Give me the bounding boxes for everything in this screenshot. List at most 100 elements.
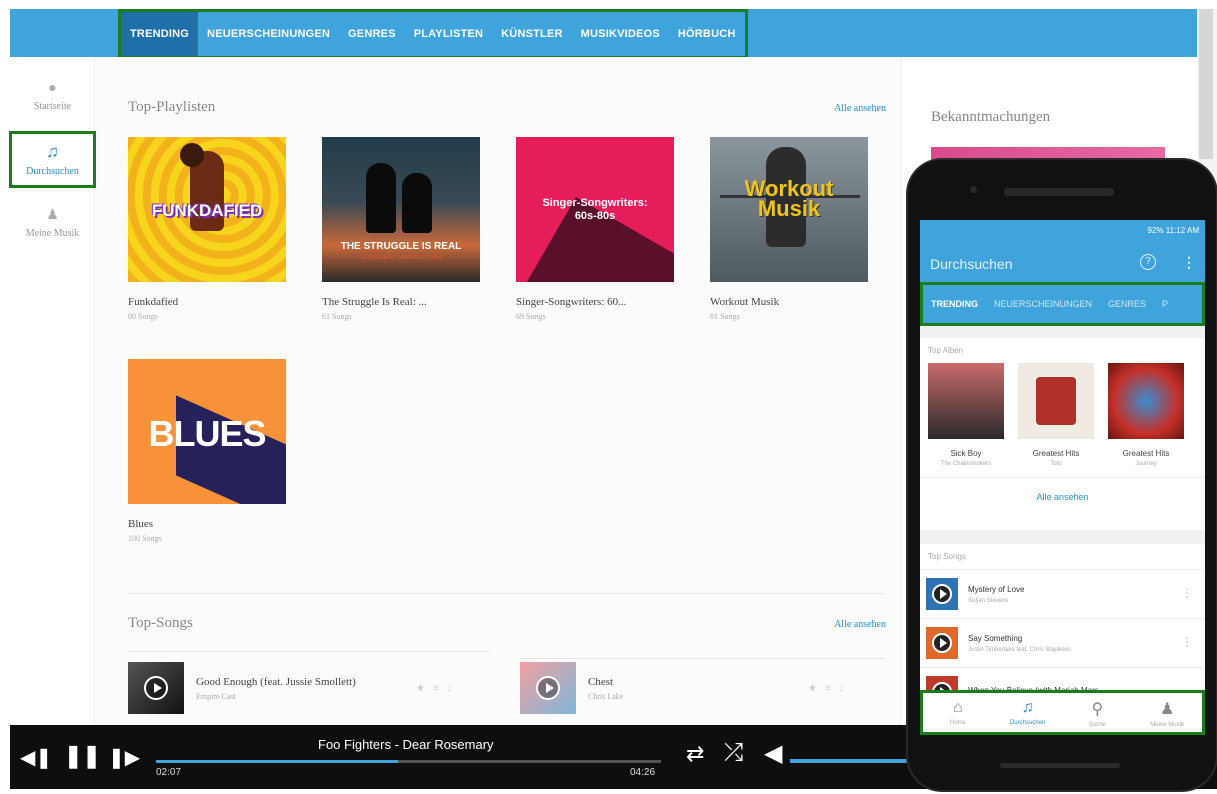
add-to-playlist-icon[interactable]: ≡ xyxy=(825,683,831,694)
more-vert-icon[interactable]: ⋮ xyxy=(1182,254,1196,271)
help-icon[interactable]: ? xyxy=(1140,254,1156,270)
playlists-see-all-link[interactable]: Alle ansehen xyxy=(834,103,886,114)
cover-text: THE STRUGGLE IS REAL xyxy=(340,241,462,252)
playlist-card-workout[interactable]: Workout Musik Workout Musik 81 Songs xyxy=(710,137,868,321)
top-songs-title: Top Songs xyxy=(928,552,966,561)
next-track-icon[interactable]: ❚▶ xyxy=(108,745,140,770)
mobile-nav-suche[interactable]: ⚲ Suche xyxy=(1063,693,1133,732)
sidebar-item-label: Durchsuchen xyxy=(26,166,79,177)
mobile-bottom-nav: ⌂ Home ♫ Durchsuchen ⚲ Suche ♟ Meine Mus… xyxy=(920,690,1205,735)
mobile-tab-genres[interactable]: GENRES xyxy=(1100,299,1154,309)
search-icon: ⚲ xyxy=(1091,701,1104,718)
mobile-song-row[interactable]: Say Something Justin Timberlake feat. Ch… xyxy=(920,618,1205,667)
nav-label: Home xyxy=(949,720,966,726)
playlist-title: Workout Musik xyxy=(710,296,780,308)
tab-musikvideos[interactable]: MUSIKVIDEOS xyxy=(572,12,669,56)
mobile-tab-more[interactable]: P xyxy=(1154,299,1176,309)
download-icon[interactable]: ↓ xyxy=(839,683,844,694)
tab-kuenstler[interactable]: KÜNSTLER xyxy=(492,12,572,56)
volume-icon[interactable]: ◀ xyxy=(764,739,782,768)
songs-title: Top-Songs xyxy=(128,615,193,631)
sidebar-item-durchsuchen[interactable]: ♫ Durchsuchen xyxy=(9,131,96,188)
playlist-title: Singer-Songwriters: 60... xyxy=(516,296,627,308)
album-card[interactable]: Greatest Hits Journey xyxy=(1108,363,1184,467)
play-icon[interactable] xyxy=(932,633,952,653)
add-to-playlist-icon[interactable]: ≡ xyxy=(433,683,439,694)
playlist-title: Blues xyxy=(128,518,154,530)
album-card[interactable]: Greatest Hits Toto xyxy=(1018,363,1094,467)
album-card[interactable]: Sick Boy The Chainsmokers xyxy=(928,363,1004,467)
sidebar-item-meine-musik[interactable]: ♟ Meine Musik xyxy=(10,207,95,239)
tab-trending[interactable]: TRENDING xyxy=(121,12,199,56)
nav-label: Meine Musik xyxy=(1150,722,1184,728)
mobile-category-tabs: TRENDING NEUERSCHEINUNGEN GENRES P xyxy=(920,282,1205,326)
tab-neuerscheinungen[interactable]: NEUERSCHEINUNGEN xyxy=(198,12,339,56)
tab-hoerbuch[interactable]: HÖRBUCH xyxy=(669,12,745,56)
status-bar: 92% 11:12 AM xyxy=(920,220,1205,240)
playlist-card-singer-songwriters[interactable]: Singer-Songwriters: 60s-80s Singer-Songw… xyxy=(516,137,674,321)
phone-screen: 92% 11:12 AM Durchsuchen ? ⋮ TRENDING NE… xyxy=(920,220,1205,735)
person-icon: ♟ xyxy=(46,208,59,223)
song-title: Say Something xyxy=(968,633,1023,643)
albums-see-all-link[interactable]: Alle ansehen xyxy=(920,477,1205,514)
play-icon[interactable] xyxy=(932,584,952,604)
mobile-nav-durchsuchen[interactable]: ♫ Durchsuchen xyxy=(993,693,1063,732)
sidebar-item-startseite[interactable]: ● Startseite xyxy=(10,81,95,112)
music-note-icon: ♫ xyxy=(1021,699,1034,716)
play-icon[interactable] xyxy=(536,676,560,700)
cover-text: BLUES xyxy=(148,413,266,454)
mobile-tab-neuerscheinungen[interactable]: NEUERSCHEINUNGEN xyxy=(986,299,1100,309)
playlist-card-blues[interactable]: BLUES Blues 100 Songs xyxy=(128,359,286,543)
mobile-nav-meine-musik[interactable]: ♟ Meine Musik xyxy=(1132,693,1202,732)
play-icon[interactable] xyxy=(144,676,168,700)
songs-see-all-link[interactable]: Alle ansehen xyxy=(834,619,886,630)
album-artist: The Chainsmokers xyxy=(940,461,992,467)
more-vert-icon[interactable]: ⋮ xyxy=(1181,586,1193,600)
playlist-cover: FUNKDAFIED xyxy=(128,137,286,282)
home-icon: ● xyxy=(48,81,57,96)
playlist-song-count: 80 Songs xyxy=(128,312,158,321)
tab-playlisten[interactable]: PLAYLISTEN xyxy=(405,12,492,56)
album-artist: Toto xyxy=(1050,461,1062,467)
main-content: Top-Playlisten Alle ansehen FUNKDAFIED F… xyxy=(96,57,900,725)
progress-bar[interactable] xyxy=(156,760,661,763)
tab-genres[interactable]: GENRES xyxy=(339,12,405,56)
playlist-card-struggle[interactable]: THE STRUGGLE IS REAL SONGS ABOUT HAVING … xyxy=(322,137,480,321)
download-icon[interactable]: ↓ xyxy=(447,683,452,694)
star-icon[interactable]: ★ xyxy=(808,683,817,694)
announcements-title: Bekanntmachungen xyxy=(931,109,1051,125)
playlist-song-count: 100 Songs xyxy=(128,534,162,543)
album-cover xyxy=(928,363,1004,439)
album-cover xyxy=(1018,363,1094,439)
now-playing-title: Foo Fighters - Dear Rosemary xyxy=(318,737,494,752)
top-songs-card: Top Songs Mystery of Love Sufjan Stevens… xyxy=(920,544,1205,708)
star-icon[interactable]: ★ xyxy=(416,683,425,694)
progress-fill xyxy=(156,760,399,763)
song-artist: Justin Timberlake feat. Chris Stapleton xyxy=(968,646,1071,653)
row-divider xyxy=(128,651,490,652)
playlist-cover: Singer-Songwriters: 60s-80s xyxy=(516,137,674,282)
cover-text: Singer-Songwriters: 60s-80s xyxy=(542,197,648,222)
song-thumbnail xyxy=(926,578,958,610)
playlist-card-funkdafied[interactable]: FUNKDAFIED Funkdafied 80 Songs xyxy=(128,137,286,321)
repeat-icon[interactable]: ⇄ xyxy=(686,741,704,767)
album-title: Greatest Hits xyxy=(1032,449,1080,458)
duration-time: 04:26 xyxy=(630,767,656,778)
mobile-song-row[interactable]: Mystery of Love Sufjan Stevens ⋮ xyxy=(920,569,1205,618)
previous-track-icon[interactable]: ◀❚ xyxy=(20,745,52,770)
playlists-title: Top-Playlisten xyxy=(128,99,216,115)
song-row[interactable]: Chest Chris Lake ★ ≡ ↓ xyxy=(520,659,844,717)
sidebar-item-label: Meine Musik xyxy=(25,228,80,239)
song-row[interactable]: Good Enough (feat. Jussie Smollett) Empi… xyxy=(128,659,452,717)
playlist-cover: Workout Musik xyxy=(710,137,868,282)
song-thumbnail xyxy=(926,627,958,659)
mobile-nav-home[interactable]: ⌂ Home xyxy=(923,693,993,732)
album-title: Greatest Hits xyxy=(1122,449,1170,458)
person-icon: ♟ xyxy=(1159,701,1175,718)
shuffle-icon[interactable]: ⤮ xyxy=(724,739,743,767)
scrollbar-thumb[interactable] xyxy=(1199,9,1213,159)
phone-mockup: 92% 11:12 AM Durchsuchen ? ⋮ TRENDING NE… xyxy=(908,160,1216,790)
more-vert-icon[interactable]: ⋮ xyxy=(1181,635,1193,649)
pause-icon[interactable]: ❚❚ xyxy=(64,743,101,769)
mobile-tab-trending[interactable]: TRENDING xyxy=(923,299,986,309)
